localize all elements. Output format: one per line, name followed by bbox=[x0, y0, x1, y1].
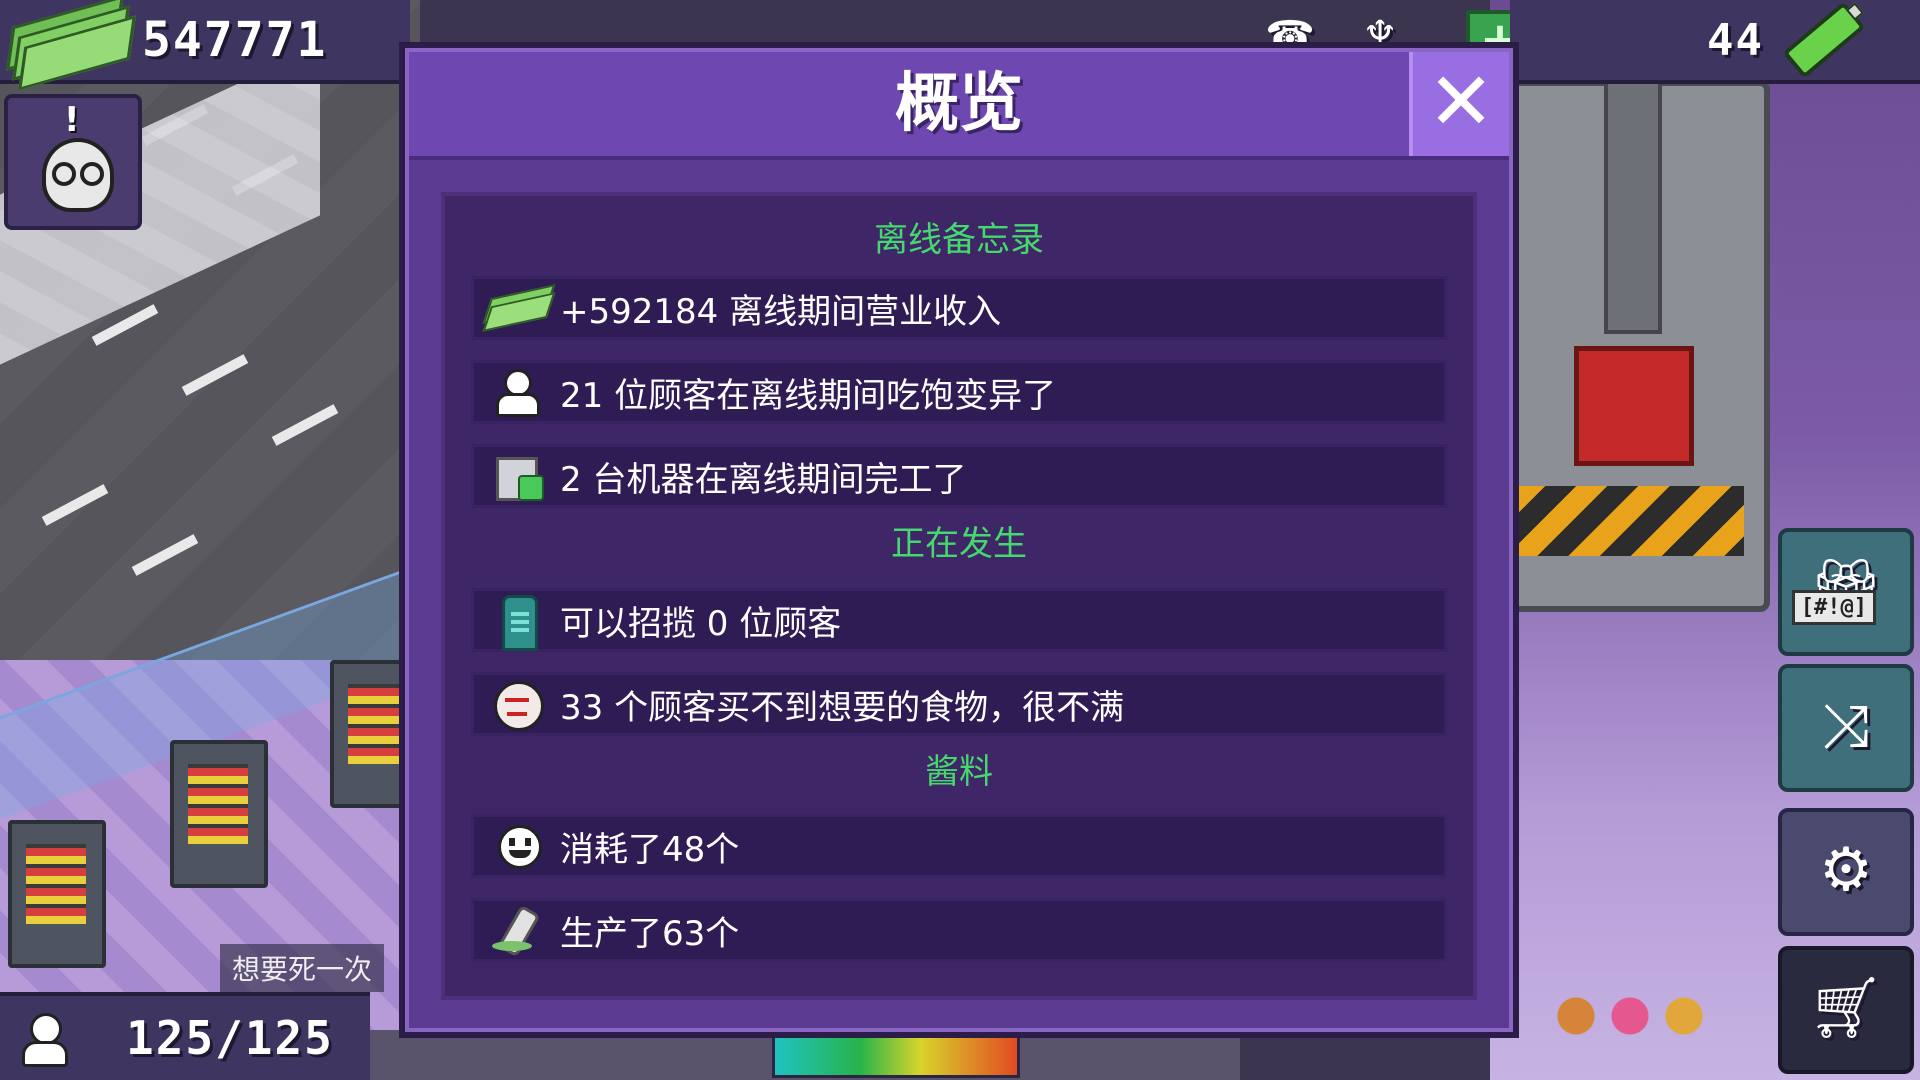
list-item-text: 33 个顾客买不到想要的食物，很不满 bbox=[560, 687, 1125, 728]
customer-icon bbox=[22, 1013, 68, 1067]
customer-group bbox=[1540, 980, 1720, 1070]
overview-dialog: 概览 ✕ 离线备忘录 +592184 离线期间营业收入 21 位顾客在离线期间吃… bbox=[405, 48, 1513, 1032]
machine-red-unit bbox=[1574, 346, 1694, 466]
road-marking bbox=[131, 534, 199, 576]
customer-icon bbox=[486, 365, 546, 419]
avatar-icon bbox=[42, 138, 114, 212]
list-item: 21 位顾客在离线期间吃饱变异了 bbox=[471, 360, 1447, 424]
battery-icon bbox=[1782, 1, 1866, 79]
background-tip-text: 想要死一次 bbox=[220, 944, 385, 992]
money-value: 547771 bbox=[142, 12, 328, 68]
vending-machine[interactable] bbox=[170, 740, 268, 888]
dialog-title: 概览 bbox=[895, 67, 1023, 141]
section-title-offline-memo: 离线备忘录 bbox=[874, 220, 1044, 260]
vending-machine[interactable] bbox=[8, 820, 106, 968]
phone-booth-icon bbox=[486, 593, 546, 651]
share-button[interactable]: ⤨ bbox=[1778, 664, 1914, 792]
dialog-header: 概览 ✕ bbox=[409, 52, 1509, 160]
list-item: 可以招揽 0 位顾客 bbox=[471, 588, 1447, 652]
gear-icon: ⚙ bbox=[1819, 835, 1873, 905]
sauce-bottle-icon bbox=[486, 903, 546, 958]
list-item: 消耗了48个 bbox=[471, 814, 1447, 878]
shop-button[interactable]: 🛒︎ bbox=[1778, 946, 1914, 1074]
list-item-text: 消耗了48个 bbox=[560, 829, 740, 870]
energy-value: 44 bbox=[1707, 14, 1764, 66]
mutation-machine[interactable] bbox=[1498, 6, 1770, 612]
list-item: 33 个顾客买不到想要的食物，很不满 bbox=[471, 672, 1447, 736]
angry-face-icon bbox=[486, 677, 546, 731]
list-item-text: 2 台机器在离线期间完工了 bbox=[560, 459, 967, 500]
close-button[interactable]: ✕ bbox=[1409, 52, 1509, 156]
progress-gradient-bar bbox=[772, 1024, 1020, 1078]
share-icon: ⤨ bbox=[1822, 691, 1870, 761]
machine-hazard-stripes bbox=[1514, 486, 1744, 556]
profile-button[interactable]: ! bbox=[4, 94, 142, 230]
list-item-text: 生产了63个 bbox=[560, 913, 740, 954]
close-icon: ✕ bbox=[1427, 55, 1495, 148]
machine-icon bbox=[486, 449, 546, 503]
customer-counter: 125/125 bbox=[0, 992, 370, 1080]
cash-icon bbox=[6, 0, 136, 91]
section-title-happening-now: 正在发生 bbox=[891, 524, 1027, 564]
smiley-icon bbox=[486, 819, 546, 873]
section-title-sauce: 酱料 bbox=[925, 752, 993, 792]
energy-counter: 44 bbox=[1510, 0, 1920, 84]
list-item-text: +592184 离线期间营业收入 bbox=[560, 291, 1002, 332]
road-marking bbox=[41, 484, 109, 526]
road-marking bbox=[271, 404, 339, 446]
cash-icon bbox=[482, 281, 556, 335]
cart-icon: 🛒︎ bbox=[1807, 973, 1885, 1043]
list-item: 2 台机器在离线期间完工了 bbox=[471, 444, 1447, 508]
list-item-text: 可以招揽 0 位顾客 bbox=[560, 603, 842, 644]
alert-icon: ! bbox=[64, 100, 80, 140]
money-counter: 547771 bbox=[0, 0, 410, 91]
customer-count-value: 125/125 bbox=[126, 1011, 334, 1065]
list-item: +592184 离线期间营业收入 bbox=[471, 276, 1447, 340]
list-item: 生产了63个 bbox=[471, 898, 1447, 962]
gift-label: [#!@] bbox=[1791, 590, 1876, 625]
road-marking bbox=[181, 354, 249, 396]
list-item-text: 21 位顾客在离线期间吃饱变异了 bbox=[560, 375, 1057, 416]
settings-button[interactable]: ⚙ bbox=[1778, 808, 1914, 936]
dialog-body: 离线备忘录 +592184 离线期间营业收入 21 位顾客在离线期间吃饱变异了 … bbox=[441, 192, 1477, 1000]
